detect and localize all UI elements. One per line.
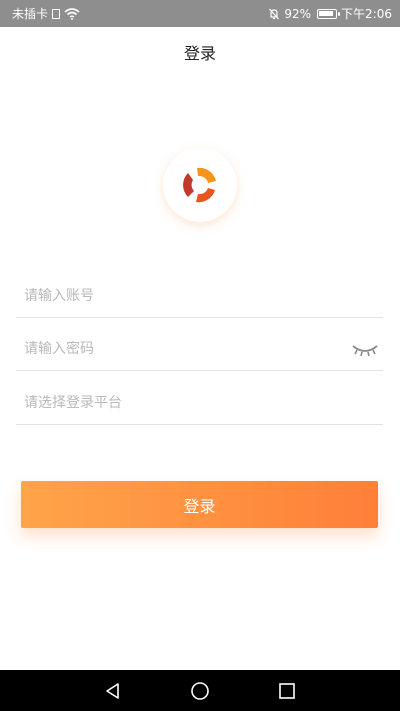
- status-time: 下午2:06: [341, 7, 392, 21]
- battery-level-fill: [319, 10, 334, 16]
- square-recent-icon[interactable]: [278, 682, 296, 700]
- platform-select-field[interactable]: [16, 381, 383, 425]
- login-button[interactable]: 登录: [21, 481, 378, 528]
- status-bar: 未插卡 92% 下午2:06: [0, 0, 400, 27]
- password-input[interactable]: [16, 340, 336, 357]
- app-logo: [163, 148, 237, 222]
- circle-home-icon[interactable]: [190, 681, 210, 701]
- wifi-icon: [64, 7, 80, 20]
- bell-muted-icon: [269, 8, 280, 19]
- triangle-back-icon[interactable]: [104, 682, 122, 700]
- sim-card-icon: [52, 8, 61, 19]
- page-title: 登录: [183, 44, 216, 63]
- platform-select-input[interactable]: [16, 394, 336, 411]
- battery-icon: [317, 8, 341, 19]
- account-input[interactable]: [16, 287, 336, 304]
- status-left: 未插卡: [12, 5, 80, 22]
- system-nav-bar: [0, 670, 400, 711]
- swirl-logo-icon: [183, 167, 216, 203]
- battery-percent: 92%: [284, 6, 312, 21]
- carrier-label: 未插卡: [12, 7, 49, 21]
- account-field: [16, 274, 383, 318]
- password-field: [16, 327, 383, 371]
- status-right: 92% 下午2:06: [268, 5, 392, 22]
- eye-closed-icon[interactable]: [351, 341, 379, 357]
